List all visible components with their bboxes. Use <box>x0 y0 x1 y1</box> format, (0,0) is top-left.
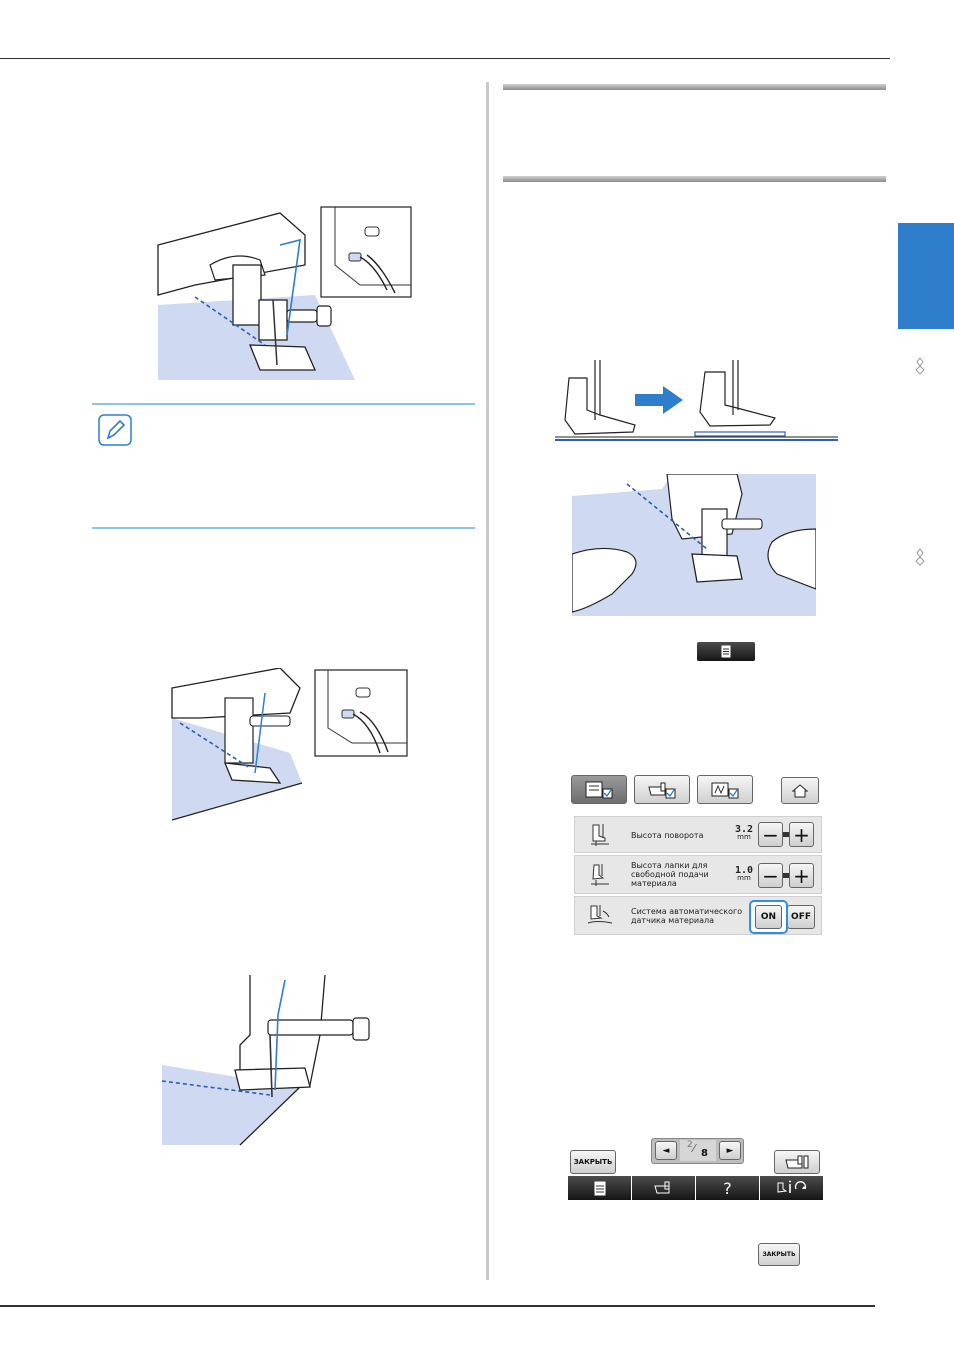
settings-tab[interactable] <box>571 775 627 804</box>
help-screen-bar: ЗАКРЫТЬ ◄ 2 ⁄ 8 ► ? <box>565 1133 827 1203</box>
home-button[interactable] <box>781 777 819 804</box>
page-icon-button[interactable] <box>568 1176 631 1200</box>
figure-presser-foot-closeup <box>160 975 385 1147</box>
page-total: 8 <box>701 1148 708 1159</box>
machine-icon-button[interactable] <box>632 1176 695 1200</box>
free-motion-height-minus-button[interactable]: − <box>758 863 783 888</box>
settings-panel: Высота поворота 3.2 mm − + Высота лапки … <box>568 772 824 938</box>
section-header-bottom-bar <box>503 176 886 182</box>
machine-view-button[interactable] <box>774 1150 820 1174</box>
close-button-inline[interactable]: ЗАКРЫТЬ <box>758 1243 800 1266</box>
question-icon: ? <box>723 1178 732 1198</box>
free-motion-height-unit: mm <box>737 874 751 882</box>
page-number: 2 <box>687 1140 693 1150</box>
off-button[interactable]: OFF <box>787 905 815 929</box>
info-icon-button[interactable] <box>760 1176 823 1200</box>
auto-sensor-icon <box>585 903 615 933</box>
figure-needle-up-press <box>170 668 410 823</box>
free-motion-height-plus-button[interactable]: + <box>789 863 814 888</box>
memo-icon <box>98 414 132 446</box>
pivot-height-label: Высота поворота <box>631 831 704 840</box>
header-rule <box>0 58 890 59</box>
figure-foot-raise-arrow <box>555 360 840 445</box>
question-button[interactable]: ? <box>696 1176 759 1200</box>
embroidery-settings-tab[interactable] <box>697 775 753 804</box>
page-indicator: 2 ⁄ 8 <box>680 1140 716 1161</box>
memo-bottom-rule <box>92 527 475 529</box>
figure-hands-guiding-fabric <box>572 474 816 616</box>
next-page-button[interactable]: ► <box>719 1141 741 1160</box>
free-motion-height-label: Высота лапки для свободной подачи матери… <box>631 861 709 888</box>
ornament-icon <box>913 548 927 570</box>
memo-top-rule <box>92 403 475 405</box>
settings-row-free-motion-height: Высота лапки для свободной подачи матери… <box>574 855 822 894</box>
auto-sensor-label: Система автоматического датчика материал… <box>631 907 743 925</box>
settings-row-auto-sensor: Система автоматического датчика материал… <box>574 896 822 935</box>
pivot-height-icon <box>587 822 613 852</box>
pivot-height-plus-button[interactable]: + <box>789 822 814 847</box>
free-motion-height-icon <box>587 862 613 892</box>
section-header-top-bar <box>503 84 886 90</box>
pivot-height-unit: mm <box>737 833 751 841</box>
settings-row-pivot-height: Высота поворота 3.2 mm − + <box>574 816 822 853</box>
settings-button-icon[interactable] <box>697 642 755 661</box>
on-button[interactable]: ON <box>755 905 782 929</box>
footer-rule <box>0 1305 875 1307</box>
ornament-icon <box>913 357 927 379</box>
close-button[interactable]: ЗАКРЫТЬ <box>570 1150 616 1174</box>
prev-page-button[interactable]: ◄ <box>655 1141 677 1160</box>
figure-needle-button-press <box>155 205 413 383</box>
pivot-height-minus-button[interactable]: − <box>758 822 783 847</box>
column-divider <box>486 82 489 1280</box>
free-motion-height-value: 1.0 mm <box>735 866 753 882</box>
machine-settings-tab[interactable] <box>634 775 690 804</box>
page-slash: ⁄ <box>693 1142 695 1155</box>
chapter-tab <box>898 223 954 329</box>
pivot-height-value: 3.2 mm <box>735 825 753 841</box>
